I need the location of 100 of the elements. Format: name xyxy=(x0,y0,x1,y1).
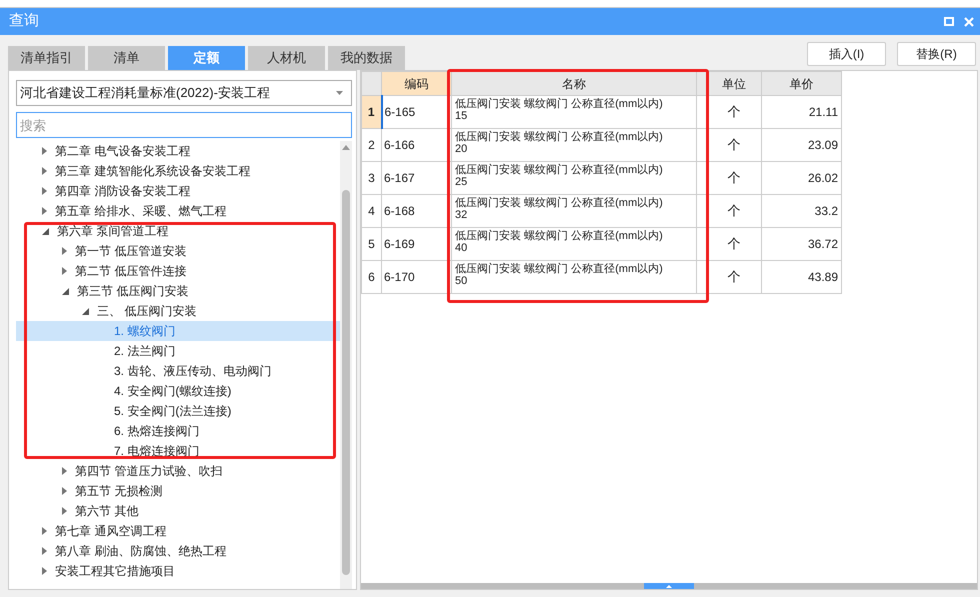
tree-item[interactable]: 3. 齿轮、液压传动、电动阀门 xyxy=(16,361,340,381)
tab[interactable]: 清单指引 xyxy=(8,46,85,70)
tree-item-label: 第七章 通风空调工程 xyxy=(55,523,166,540)
table-cell: 6-170 xyxy=(382,260,452,294)
tab[interactable]: 我的数据 xyxy=(328,46,405,70)
scrollbar-thumb[interactable] xyxy=(644,583,694,589)
tree-item-label: 第三节 低压阀门安装 xyxy=(77,283,188,300)
table-cell: 低压阀门安装 螺纹阀门 公称直径(mm以内) 20 xyxy=(452,128,696,162)
vertical-scrollbar[interactable] xyxy=(340,141,352,589)
toolbar-button[interactable]: 插入(I) xyxy=(807,42,886,66)
collapsed-arrow-icon[interactable] xyxy=(42,187,47,195)
tree-item[interactable]: 第六节 其他 xyxy=(16,501,340,521)
expanded-arrow-icon[interactable] xyxy=(42,228,49,234)
tree-item-label: 第四节 管道压力试验、吹扫 xyxy=(75,463,222,480)
table-cell: 23.09 xyxy=(762,128,842,162)
row-number-cell[interactable]: 6 xyxy=(362,260,382,294)
maximize-icon[interactable] xyxy=(944,17,954,26)
search-field[interactable]: 搜索 xyxy=(16,112,352,138)
tree-item-label: 第六章 泵间管道工程 xyxy=(57,223,168,240)
column-header[interactable]: 单价 xyxy=(762,72,842,96)
table-cell: 个 xyxy=(706,128,762,162)
tree-item[interactable]: 1. 螺纹阀门 xyxy=(16,321,340,341)
tree-item-label: 4. 安全阀门(螺纹连接) xyxy=(114,383,232,400)
tree-item-label: 安装工程其它措施项目 xyxy=(55,563,175,580)
tree-item[interactable]: 第三章 建筑智能化系统设备安装工程 xyxy=(16,161,340,181)
tree-item-label: 第二章 电气设备安装工程 xyxy=(55,143,190,160)
table-cell: 6-165 xyxy=(382,96,452,128)
collapsed-arrow-icon[interactable] xyxy=(62,507,67,515)
tree-item[interactable]: 第三节 低压阀门安装 xyxy=(16,281,340,301)
row-number-cell[interactable]: 4 xyxy=(362,194,382,228)
tree-item[interactable]: 5. 安全阀门(法兰连接) xyxy=(16,401,340,421)
table-cell: 个 xyxy=(706,260,762,294)
scrollbar-thumb[interactable] xyxy=(342,190,350,575)
row-number-cell[interactable]: 2 xyxy=(362,128,382,162)
table-cell: 6-168 xyxy=(382,194,452,228)
tree-item-label: 第五章 给排水、采暖、燃气工程 xyxy=(55,203,226,220)
row-number-cell[interactable]: 1 xyxy=(362,96,382,128)
table-cell: 低压阀门安装 螺纹阀门 公称直径(mm以内) 50 xyxy=(452,260,696,294)
column-header[interactable]: 单位 xyxy=(706,72,762,96)
library-dropdown[interactable]: 河北省建设工程消耗量标准(2022)-安装工程 xyxy=(16,80,352,106)
table-cell: 低压阀门安装 螺纹阀门 公称直径(mm以内) 15 xyxy=(452,96,696,128)
tree-item[interactable]: 三、 低压阀门安装 xyxy=(16,301,340,321)
expanded-arrow-icon[interactable] xyxy=(82,308,89,314)
table-cell: 低压阀门安装 螺纹阀门 公称直径(mm以内) 25 xyxy=(452,162,696,194)
collapsed-arrow-icon[interactable] xyxy=(62,267,67,275)
tree-item[interactable]: 第五节 无损检测 xyxy=(16,481,340,501)
tree-item-label: 第四章 消防设备安装工程 xyxy=(55,183,190,200)
tree-item[interactable]: 第六章 泵间管道工程 xyxy=(16,221,340,241)
tree-item-label: 1. 螺纹阀门 xyxy=(114,323,176,340)
collapsed-arrow-icon[interactable] xyxy=(62,487,67,495)
tree-item[interactable]: 第八章 刷油、防腐蚀、绝热工程 xyxy=(16,541,340,561)
column-header[interactable]: 编码 xyxy=(382,72,452,96)
tab[interactable]: 人材机 xyxy=(248,46,325,70)
tree-item[interactable]: 安装工程其它措施项目 xyxy=(16,561,340,581)
row-number-cell[interactable]: 3 xyxy=(362,162,382,194)
tree-item[interactable]: 第二节 低压管件连接 xyxy=(16,261,340,281)
tree-item[interactable]: 第四章 消防设备安装工程 xyxy=(16,181,340,201)
tree-item[interactable]: 4. 安全阀门(螺纹连接) xyxy=(16,381,340,401)
table-cell: 个 xyxy=(706,228,762,260)
tree-item-label: 第三章 建筑智能化系统设备安装工程 xyxy=(55,163,250,180)
collapsed-arrow-icon[interactable] xyxy=(42,547,47,555)
window-title: 查询 xyxy=(9,11,39,32)
tree-item[interactable]: 第七章 通风空调工程 xyxy=(16,521,340,541)
expanded-arrow-icon[interactable] xyxy=(62,288,69,294)
table-cell: 低压阀门安装 螺纹阀门 公称直径(mm以内) 40 xyxy=(452,228,696,260)
collapsed-arrow-icon[interactable] xyxy=(62,247,67,255)
collapsed-arrow-icon[interactable] xyxy=(62,467,67,475)
tree-item-label: 第一节 低压管道安装 xyxy=(75,243,186,260)
toolbar-button[interactable]: 替换(R) xyxy=(897,42,976,66)
table-cell: 6-167 xyxy=(382,162,452,194)
collapsed-arrow-icon[interactable] xyxy=(42,167,47,175)
tab[interactable]: 清单 xyxy=(88,46,165,70)
table-cell: 43.89 xyxy=(762,260,842,294)
tree-item-label: 第五节 无损检测 xyxy=(75,483,162,500)
collapsed-arrow-icon[interactable] xyxy=(42,567,47,575)
tree-item-label: 6. 热熔连接阀门 xyxy=(114,423,200,440)
table-cell: 低压阀门安装 螺纹阀门 公称直径(mm以内) 32 xyxy=(452,194,696,228)
tree-item[interactable]: 第一节 低压管道安装 xyxy=(16,241,340,261)
tree-item[interactable]: 第五章 给排水、采暖、燃气工程 xyxy=(16,201,340,221)
tree-item-label: 2. 法兰阀门 xyxy=(114,343,176,360)
collapsed-arrow-icon[interactable] xyxy=(42,147,47,155)
tree-item[interactable]: 第四节 管道压力试验、吹扫 xyxy=(16,461,340,481)
tree-item[interactable]: 2. 法兰阀门 xyxy=(16,341,340,361)
table-cell: 21.11 xyxy=(762,96,842,128)
table-cell: 33.2 xyxy=(762,194,842,228)
table-cell: 26.02 xyxy=(762,162,842,194)
horizontal-scrollbar[interactable] xyxy=(361,583,977,589)
tree-item[interactable]: 6. 热熔连接阀门 xyxy=(16,421,340,441)
scroll-up-icon[interactable] xyxy=(342,145,350,150)
table-cell: 6-169 xyxy=(382,228,452,260)
row-number-cell[interactable]: 5 xyxy=(362,228,382,260)
tree-item-label: 第二节 低压管件连接 xyxy=(75,263,186,280)
collapsed-arrow-icon[interactable] xyxy=(42,527,47,535)
tree-item[interactable]: 第二章 电气设备安装工程 xyxy=(16,141,340,161)
scroll-up-icon xyxy=(666,584,672,588)
column-header[interactable]: 名称 xyxy=(452,72,696,96)
tree-item-label: 5. 安全阀门(法兰连接) xyxy=(114,403,232,420)
collapsed-arrow-icon[interactable] xyxy=(42,207,47,215)
table-cell: 个 xyxy=(706,194,762,228)
close-icon[interactable] xyxy=(964,16,974,26)
